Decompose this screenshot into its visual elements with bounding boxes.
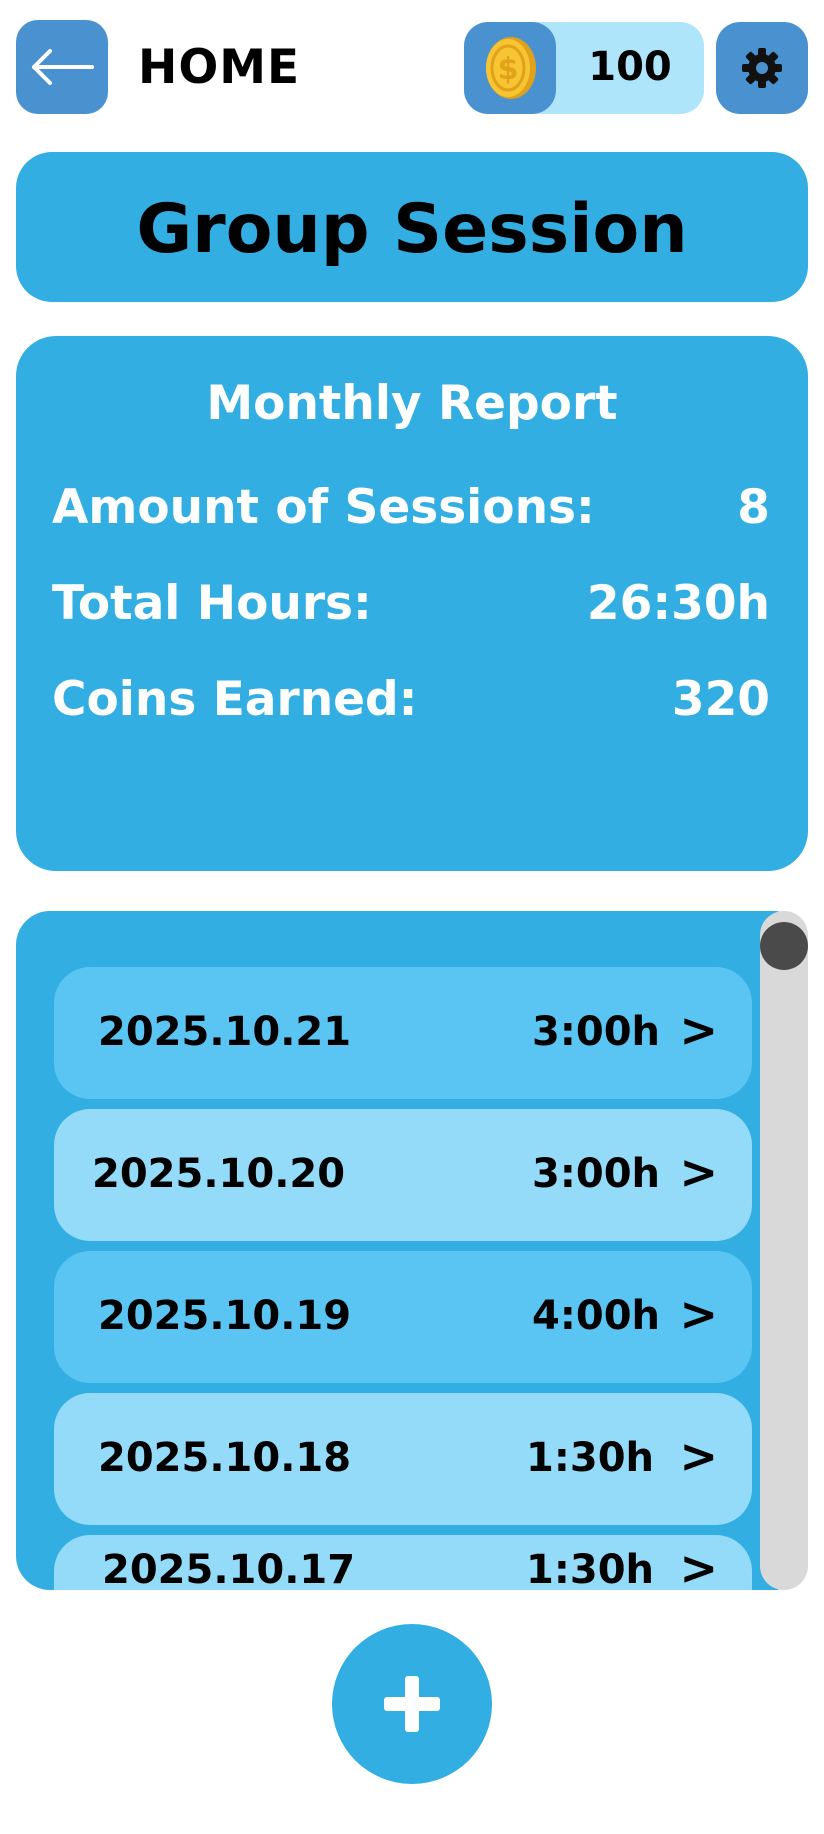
session-date: 2025.10.20 xyxy=(92,1151,346,1197)
report-title: Monthly Report xyxy=(206,376,618,431)
chevron-right-icon: > xyxy=(679,1287,718,1341)
total-hours-value: 26:30h xyxy=(586,576,770,631)
home-label: HOME xyxy=(138,40,301,95)
page-title: Group Session xyxy=(136,190,688,269)
plus-icon xyxy=(384,1676,440,1732)
session-hours: 1:30h xyxy=(526,1435,654,1481)
coins-earned-label: Coins Earned: xyxy=(52,672,418,727)
coin-count: 100 xyxy=(588,44,672,90)
sessions-count-value: 8 xyxy=(737,480,770,535)
arrow-left-icon xyxy=(32,49,94,85)
session-hours: 1:30h xyxy=(526,1547,654,1590)
chevron-right-icon: > xyxy=(679,1541,718,1590)
coins-earned-value: 320 xyxy=(671,672,770,727)
session-hours: 4:00h xyxy=(532,1293,660,1339)
svg-text:$: $ xyxy=(498,52,519,87)
gear-icon xyxy=(742,48,782,88)
chevron-right-icon: > xyxy=(679,1429,718,1483)
session-row[interactable]: 2025.10.17 1:30h > xyxy=(54,1535,752,1590)
coin-icon: $ xyxy=(486,37,536,99)
session-row[interactable]: 2025.10.20 3:00h > xyxy=(54,1109,752,1241)
session-list[interactable]: 2025.10.21 3:00h > 2025.10.20 3:00h > 20… xyxy=(16,911,808,1590)
session-date: 2025.10.17 xyxy=(102,1547,356,1590)
total-hours-label: Total Hours: xyxy=(52,576,372,631)
session-date: 2025.10.19 xyxy=(98,1293,352,1339)
session-row[interactable]: 2025.10.19 4:00h > xyxy=(54,1251,752,1383)
session-date: 2025.10.18 xyxy=(98,1435,352,1481)
session-row[interactable]: 2025.10.21 3:00h > xyxy=(54,967,752,1099)
session-hours: 3:00h xyxy=(532,1151,660,1197)
chevron-right-icon: > xyxy=(679,1003,718,1057)
session-row[interactable]: 2025.10.18 1:30h > xyxy=(54,1393,752,1525)
session-hours: 3:00h xyxy=(532,1009,660,1055)
scrollbar-thumb[interactable] xyxy=(760,922,808,970)
session-date: 2025.10.21 xyxy=(98,1009,352,1055)
add-session-button[interactable] xyxy=(332,1624,492,1784)
back-button[interactable] xyxy=(16,20,108,114)
settings-button[interactable] xyxy=(716,22,808,114)
coin-icon-box: $ xyxy=(464,22,556,114)
chevron-right-icon: > xyxy=(679,1145,718,1199)
scrollbar-track[interactable] xyxy=(760,911,808,1590)
sessions-count-label: Amount of Sessions: xyxy=(52,480,595,535)
